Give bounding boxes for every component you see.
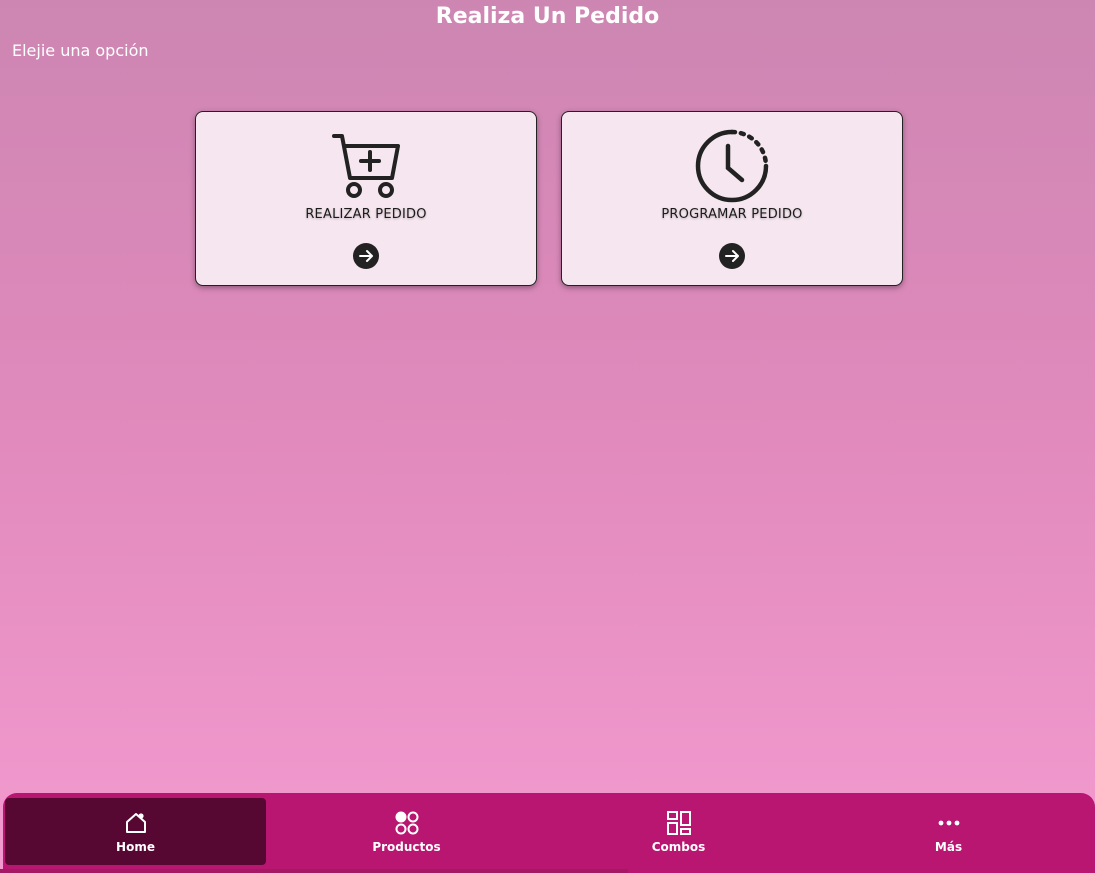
cart-plus-icon [328,128,404,204]
programar-pedido-card[interactable]: PROGRAMAR PEDIDO [561,111,903,286]
page-subtitle: Elejie una opción [12,41,149,60]
programar-pedido-label: PROGRAMAR PEDIDO [661,207,803,222]
nav-label-mas: Más [934,839,963,854]
more-dots-icon [936,810,962,836]
nav-item-productos[interactable]: Productos [276,798,537,865]
page-title: Realiza Un Pedido [435,4,660,29]
products-grid-icon [394,810,420,836]
home-icon [123,810,149,836]
realizar-pedido-label: REALIZAR PEDIDO [305,207,427,222]
horizontal-scrollbar[interactable] [0,869,628,873]
clock-schedule-icon [694,128,770,204]
nav-item-mas[interactable]: Más [818,798,1079,865]
nav-item-home[interactable]: Home [5,798,266,865]
arrow-right-icon[interactable] [719,243,745,269]
nav-item-combos[interactable]: Combos [548,798,809,865]
realizar-pedido-card[interactable]: REALIZAR PEDIDO [195,111,537,286]
nav-label-combos: Combos [651,839,706,854]
nav-label-productos: Productos [372,839,441,854]
nav-label-home: Home [116,839,155,854]
bottom-navigation: Home Productos Combos Más [3,793,1095,873]
arrow-right-icon[interactable] [353,243,379,269]
combos-layout-icon [666,810,692,836]
